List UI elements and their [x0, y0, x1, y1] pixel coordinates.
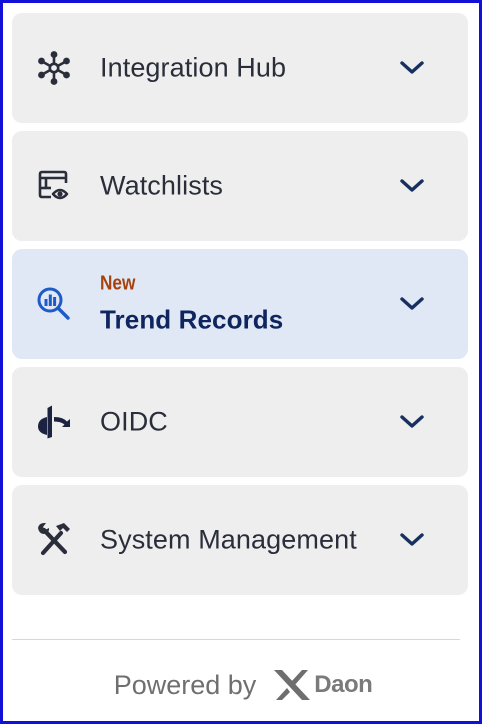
menu-item-text: Integration Hub — [100, 53, 286, 84]
menu-item-text: New Trend Records — [100, 273, 283, 336]
chevron-down-icon[interactable] — [398, 54, 426, 82]
menu-item-label: Integration Hub — [100, 52, 287, 83]
powered-by-text: Powered by — [113, 669, 257, 700]
menu-item-text: System Management — [100, 525, 357, 556]
chart-search-icon — [34, 284, 74, 324]
menu-item-label: OIDC — [100, 406, 168, 437]
powered-by-footer: Powered by Daon — [3, 663, 479, 707]
menu-item-watchlists[interactable]: Watchlists — [12, 131, 468, 241]
menu-item-trend-records[interactable]: New Trend Records — [12, 249, 468, 359]
menu-item-oidc[interactable]: OIDC — [12, 367, 468, 477]
chevron-down-icon[interactable] — [398, 172, 426, 200]
openid-icon — [34, 402, 74, 442]
chevron-down-icon[interactable] — [398, 408, 426, 436]
tools-icon — [34, 520, 74, 560]
watchlist-eye-icon — [34, 166, 74, 206]
daon-logo: Daon — [272, 668, 373, 702]
menu-item-label: System Management — [100, 524, 357, 555]
footer-divider — [12, 639, 460, 640]
side-menu-panel: Integration Hub Watchlists New Trend Rec… — [0, 0, 482, 724]
new-badge: New — [100, 272, 136, 295]
daon-wordmark: Daon — [314, 671, 373, 698]
daon-x-mark-icon — [274, 670, 311, 700]
menu-item-text: OIDC — [100, 407, 168, 438]
menu-item-label: Watchlists — [100, 170, 224, 201]
chevron-down-icon[interactable] — [398, 290, 426, 318]
menu-item-text: Watchlists — [100, 171, 223, 202]
network-hub-icon — [34, 48, 74, 88]
menu-item-system-management[interactable]: System Management — [12, 485, 468, 595]
menu-item-integration-hub[interactable]: Integration Hub — [12, 13, 468, 123]
menu-item-label: Trend Records — [100, 304, 284, 335]
chevron-down-icon[interactable] — [398, 526, 426, 554]
side-menu: Integration Hub Watchlists New Trend Rec… — [12, 13, 468, 603]
